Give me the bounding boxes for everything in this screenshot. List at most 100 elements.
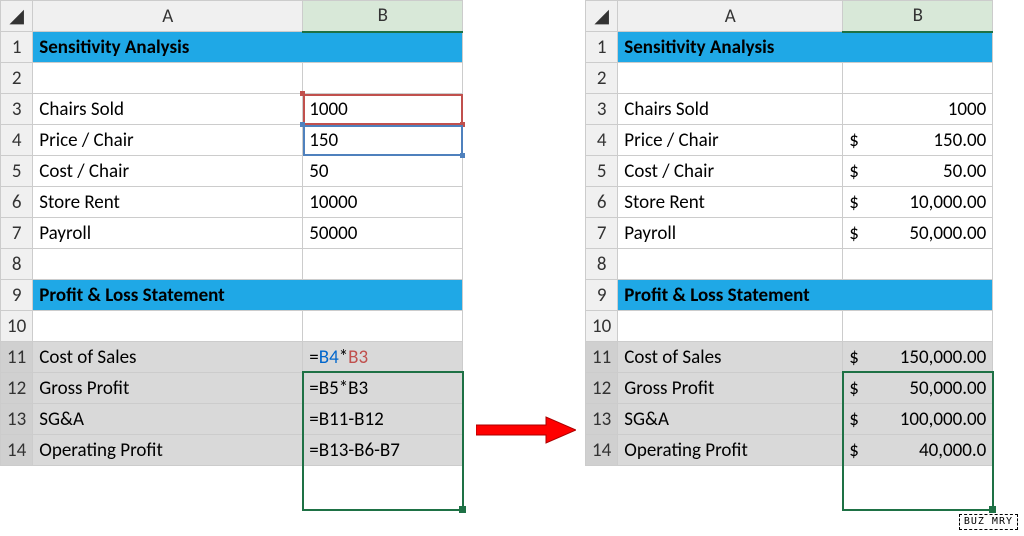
cell-label[interactable]: SG&A xyxy=(33,404,303,435)
cell-value[interactable]: $150,000.00 xyxy=(843,342,993,373)
currency-value: 10,000.00 xyxy=(909,191,986,214)
cell-formula-editing[interactable]: =B4*B3 xyxy=(303,342,463,373)
col-header-b[interactable]: B xyxy=(303,1,463,32)
row-header[interactable]: 6 xyxy=(586,187,618,218)
cell[interactable] xyxy=(303,249,463,280)
currency-symbol: $ xyxy=(849,439,859,462)
cell-label[interactable]: Cost / Chair xyxy=(33,156,303,187)
row-header[interactable]: 2 xyxy=(1,63,33,94)
cell-formula[interactable]: =B13-B6-B7 xyxy=(303,435,463,466)
cell[interactable] xyxy=(303,311,463,342)
cell[interactable] xyxy=(843,249,993,280)
cell-value[interactable]: $50.00 xyxy=(843,156,993,187)
row-header[interactable]: 7 xyxy=(586,218,618,249)
col-header-a[interactable]: A xyxy=(618,1,843,32)
select-all-corner[interactable]: ◢ xyxy=(586,1,618,32)
cell-label[interactable]: Chairs Sold xyxy=(33,94,303,125)
row-header[interactable]: 13 xyxy=(1,404,33,435)
section-title[interactable]: Sensitivity Analysis xyxy=(33,32,463,63)
cell-value-referenced[interactable]: 1000 xyxy=(303,94,463,125)
arrow-icon xyxy=(476,415,576,445)
cell-label[interactable]: SG&A xyxy=(618,404,843,435)
row-header[interactable]: 14 xyxy=(586,435,618,466)
cell-value[interactable]: $50,000.00 xyxy=(843,373,993,404)
cell[interactable] xyxy=(33,63,303,94)
row-header[interactable]: 9 xyxy=(1,280,33,311)
currency-value: 150,000.00 xyxy=(900,346,987,369)
cell-label[interactable]: Price / Chair xyxy=(618,125,843,156)
row-header[interactable]: 11 xyxy=(586,342,618,373)
row-header[interactable]: 10 xyxy=(586,311,618,342)
cell-label[interactable]: Cost of Sales xyxy=(33,342,303,373)
fill-handle[interactable] xyxy=(989,506,996,513)
cell-value[interactable]: $10,000.00 xyxy=(843,187,993,218)
cell-value[interactable]: $50,000.00 xyxy=(843,218,993,249)
cell[interactable] xyxy=(33,249,303,280)
row-header[interactable]: 5 xyxy=(1,156,33,187)
row-header[interactable]: 4 xyxy=(586,125,618,156)
section-title[interactable]: Profit & Loss Statement xyxy=(618,280,993,311)
row-header[interactable]: 1 xyxy=(586,32,618,63)
col-header-a[interactable]: A xyxy=(33,1,303,32)
cell-value[interactable]: $150.00 xyxy=(843,125,993,156)
cell-label[interactable]: Cost / Chair xyxy=(618,156,843,187)
currency-value: 50,000.00 xyxy=(909,377,986,400)
row-header[interactable]: 2 xyxy=(586,63,618,94)
cell[interactable] xyxy=(843,63,993,94)
spreadsheet-right[interactable]: ◢ A B 1 Sensitivity Analysis 2 3 Chairs … xyxy=(585,0,993,466)
select-all-corner[interactable]: ◢ xyxy=(1,1,33,32)
row-header[interactable]: 14 xyxy=(1,435,33,466)
row-header[interactable]: 3 xyxy=(1,94,33,125)
cell-label[interactable]: Store Rent xyxy=(33,187,303,218)
currency-value: 50.00 xyxy=(943,160,986,183)
row-header[interactable]: 1 xyxy=(1,32,33,63)
row-header[interactable]: 8 xyxy=(586,249,618,280)
cell-label[interactable]: Operating Profit xyxy=(618,435,843,466)
cell-value[interactable]: 10000 xyxy=(303,187,463,218)
row-header[interactable]: 9 xyxy=(586,280,618,311)
cell-label[interactable]: Payroll xyxy=(33,218,303,249)
row-header[interactable]: 13 xyxy=(586,404,618,435)
cell-value[interactable]: 50000 xyxy=(303,218,463,249)
cell-formula[interactable]: =B5*B3 xyxy=(303,373,463,404)
row-header[interactable]: 3 xyxy=(586,94,618,125)
fill-handle[interactable] xyxy=(459,506,466,513)
cell-value[interactable]: $100,000.00 xyxy=(843,404,993,435)
cell[interactable] xyxy=(303,63,463,94)
row-header[interactable]: 11 xyxy=(1,342,33,373)
currency-symbol: $ xyxy=(849,160,859,183)
row-header[interactable]: 10 xyxy=(1,311,33,342)
cell-label[interactable]: Chairs Sold xyxy=(618,94,843,125)
row-header[interactable]: 6 xyxy=(1,187,33,218)
currency-symbol: $ xyxy=(849,408,859,431)
cell[interactable] xyxy=(843,311,993,342)
row-header[interactable]: 4 xyxy=(1,125,33,156)
cell-value-referenced[interactable]: 150 xyxy=(303,125,463,156)
spreadsheet-left[interactable]: ◢ A B 1 Sensitivity Analysis 2 3 Chairs … xyxy=(0,0,463,466)
cell-value[interactable]: 50 xyxy=(303,156,463,187)
row-header[interactable]: 5 xyxy=(586,156,618,187)
cell[interactable] xyxy=(618,249,843,280)
section-title[interactable]: Profit & Loss Statement xyxy=(33,280,463,311)
cell-label[interactable]: Payroll xyxy=(618,218,843,249)
cell[interactable] xyxy=(618,63,843,94)
currency-value: 40,000.0 xyxy=(919,439,986,462)
row-header[interactable]: 12 xyxy=(1,373,33,404)
cell-label[interactable]: Operating Profit xyxy=(33,435,303,466)
row-header[interactable]: 7 xyxy=(1,218,33,249)
watermark: BUZ MRY xyxy=(959,514,1018,530)
cell[interactable] xyxy=(33,311,303,342)
section-title[interactable]: Sensitivity Analysis xyxy=(618,32,993,63)
cell-label[interactable]: Gross Profit xyxy=(33,373,303,404)
col-header-b[interactable]: B xyxy=(843,1,993,32)
cell-value[interactable]: $40,000.0 xyxy=(843,435,993,466)
cell-label[interactable]: Price / Chair xyxy=(33,125,303,156)
row-header[interactable]: 8 xyxy=(1,249,33,280)
cell-label[interactable]: Cost of Sales xyxy=(618,342,843,373)
row-header[interactable]: 12 xyxy=(586,373,618,404)
cell-label[interactable]: Gross Profit xyxy=(618,373,843,404)
cell-label[interactable]: Store Rent xyxy=(618,187,843,218)
cell[interactable] xyxy=(618,311,843,342)
cell-value[interactable]: 1000 xyxy=(843,94,993,125)
cell-formula[interactable]: =B11-B12 xyxy=(303,404,463,435)
